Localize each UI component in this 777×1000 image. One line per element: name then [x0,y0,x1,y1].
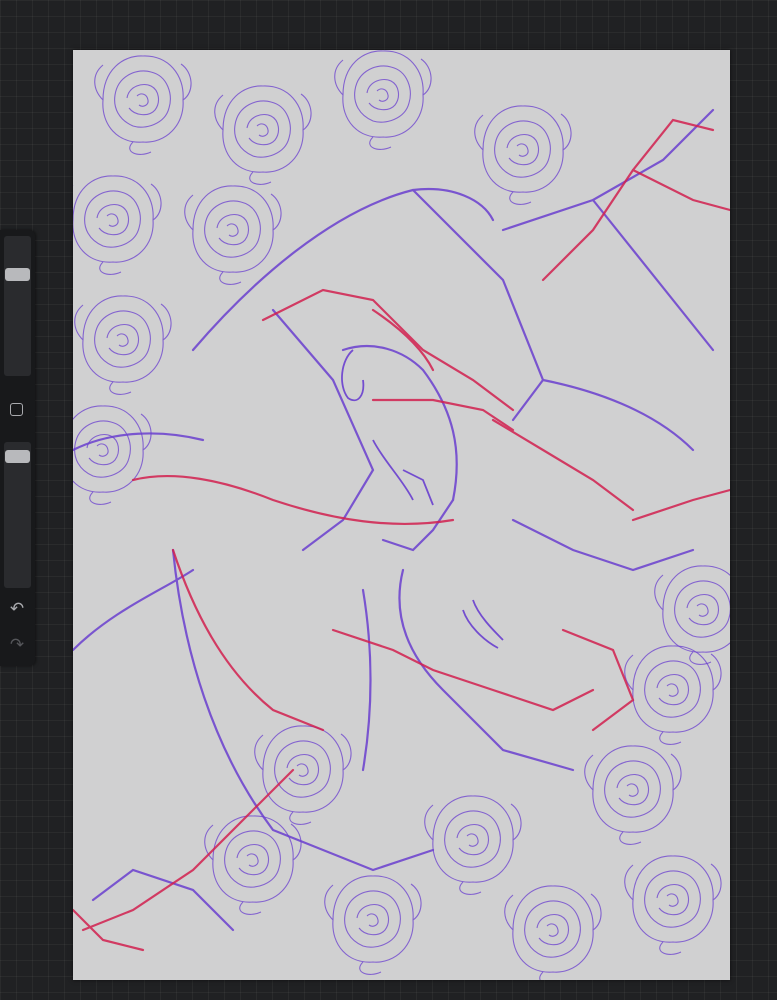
brush-size-slider[interactable] [4,236,31,376]
brush-size-thumb[interactable] [5,268,30,282]
workspace: ↶ ↷ [0,0,777,1000]
drawing-canvas[interactable] [73,50,730,980]
opacity-thumb[interactable] [5,449,30,463]
undo-arrow-icon[interactable]: ↶ [6,598,28,620]
sketch-artwork [73,50,730,980]
sidebar-tools: ↶ ↷ [0,230,35,666]
opacity-slider[interactable] [4,442,31,588]
redo-arrow-icon[interactable]: ↷ [6,634,28,656]
square-icon[interactable] [10,403,23,416]
